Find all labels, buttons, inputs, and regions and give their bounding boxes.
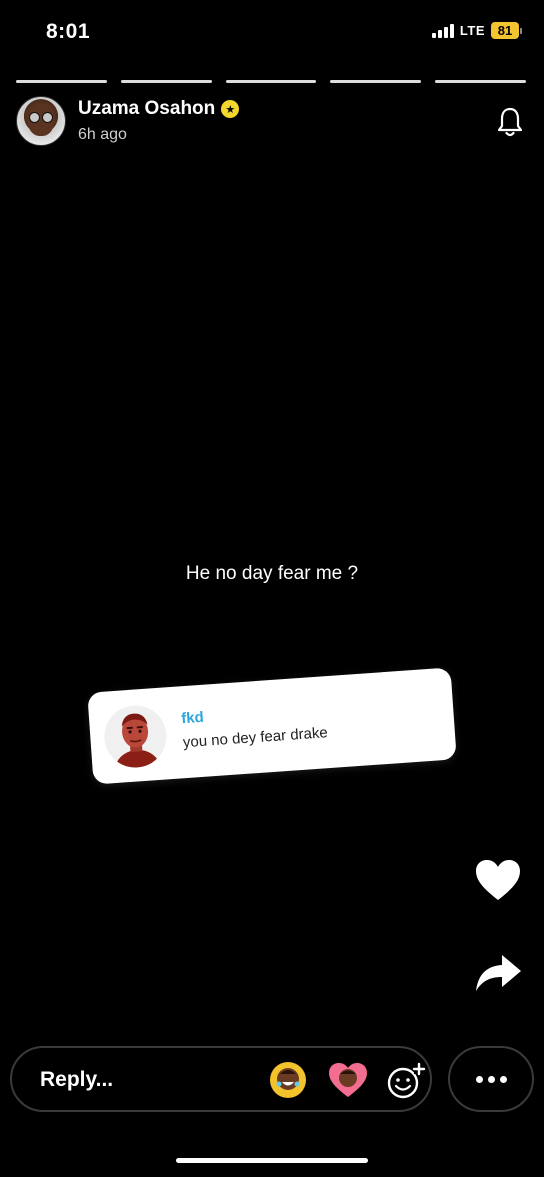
- bell-icon[interactable]: [496, 106, 524, 138]
- post-time: 6h ago: [78, 126, 127, 143]
- user-name[interactable]: Uzama Osahon: [78, 98, 215, 120]
- heart-icon[interactable]: [474, 858, 522, 902]
- more-icon: [475, 1075, 483, 1083]
- progress-segment: [120, 80, 212, 83]
- share-arrow-icon[interactable]: [474, 953, 522, 993]
- sticker-message: you no dey fear drake: [182, 724, 329, 752]
- signal-icon: [431, 23, 454, 38]
- bitmoji-reaction-heart[interactable]: [328, 1062, 367, 1098]
- bitmoji-avatar: [102, 703, 169, 770]
- battery-icon: 81: [491, 22, 522, 39]
- story-caption: He no day fear me ?: [185, 563, 359, 584]
- network-label: LTE: [459, 23, 485, 38]
- bitmoji-reaction-laugh[interactable]: [270, 1062, 306, 1098]
- user-avatar[interactable]: [16, 96, 66, 146]
- laugh-emoji-icon: [271, 1063, 305, 1097]
- emoji-add-icon[interactable]: [386, 1062, 426, 1100]
- progress-segment: [225, 80, 317, 83]
- progress-segment: [435, 80, 526, 83]
- status-icons: LTE 81: [431, 22, 522, 39]
- reply-sticker[interactable]: fkd you no dey fear drake: [87, 667, 457, 785]
- more-options-button[interactable]: [448, 1046, 534, 1112]
- status-time: 8:01: [46, 20, 91, 43]
- bitmoji-icon: [102, 703, 169, 770]
- home-indicator: [176, 1158, 368, 1163]
- story-progress: [16, 80, 526, 83]
- progress-segment: [330, 80, 422, 83]
- battery-level: 81: [491, 22, 519, 39]
- story-header: Uzama Osahon ★ 6h ago: [16, 96, 524, 148]
- progress-segment: [16, 80, 107, 83]
- verified-star-icon: ★: [221, 100, 240, 118]
- reply-placeholder: Reply...: [40, 1068, 114, 1091]
- sticker-username: fkd: [180, 708, 205, 728]
- reply-input[interactable]: Reply...: [10, 1046, 432, 1112]
- user-name-row[interactable]: Uzama Osahon ★: [78, 98, 240, 120]
- heart-emoji-icon: [329, 1063, 367, 1097]
